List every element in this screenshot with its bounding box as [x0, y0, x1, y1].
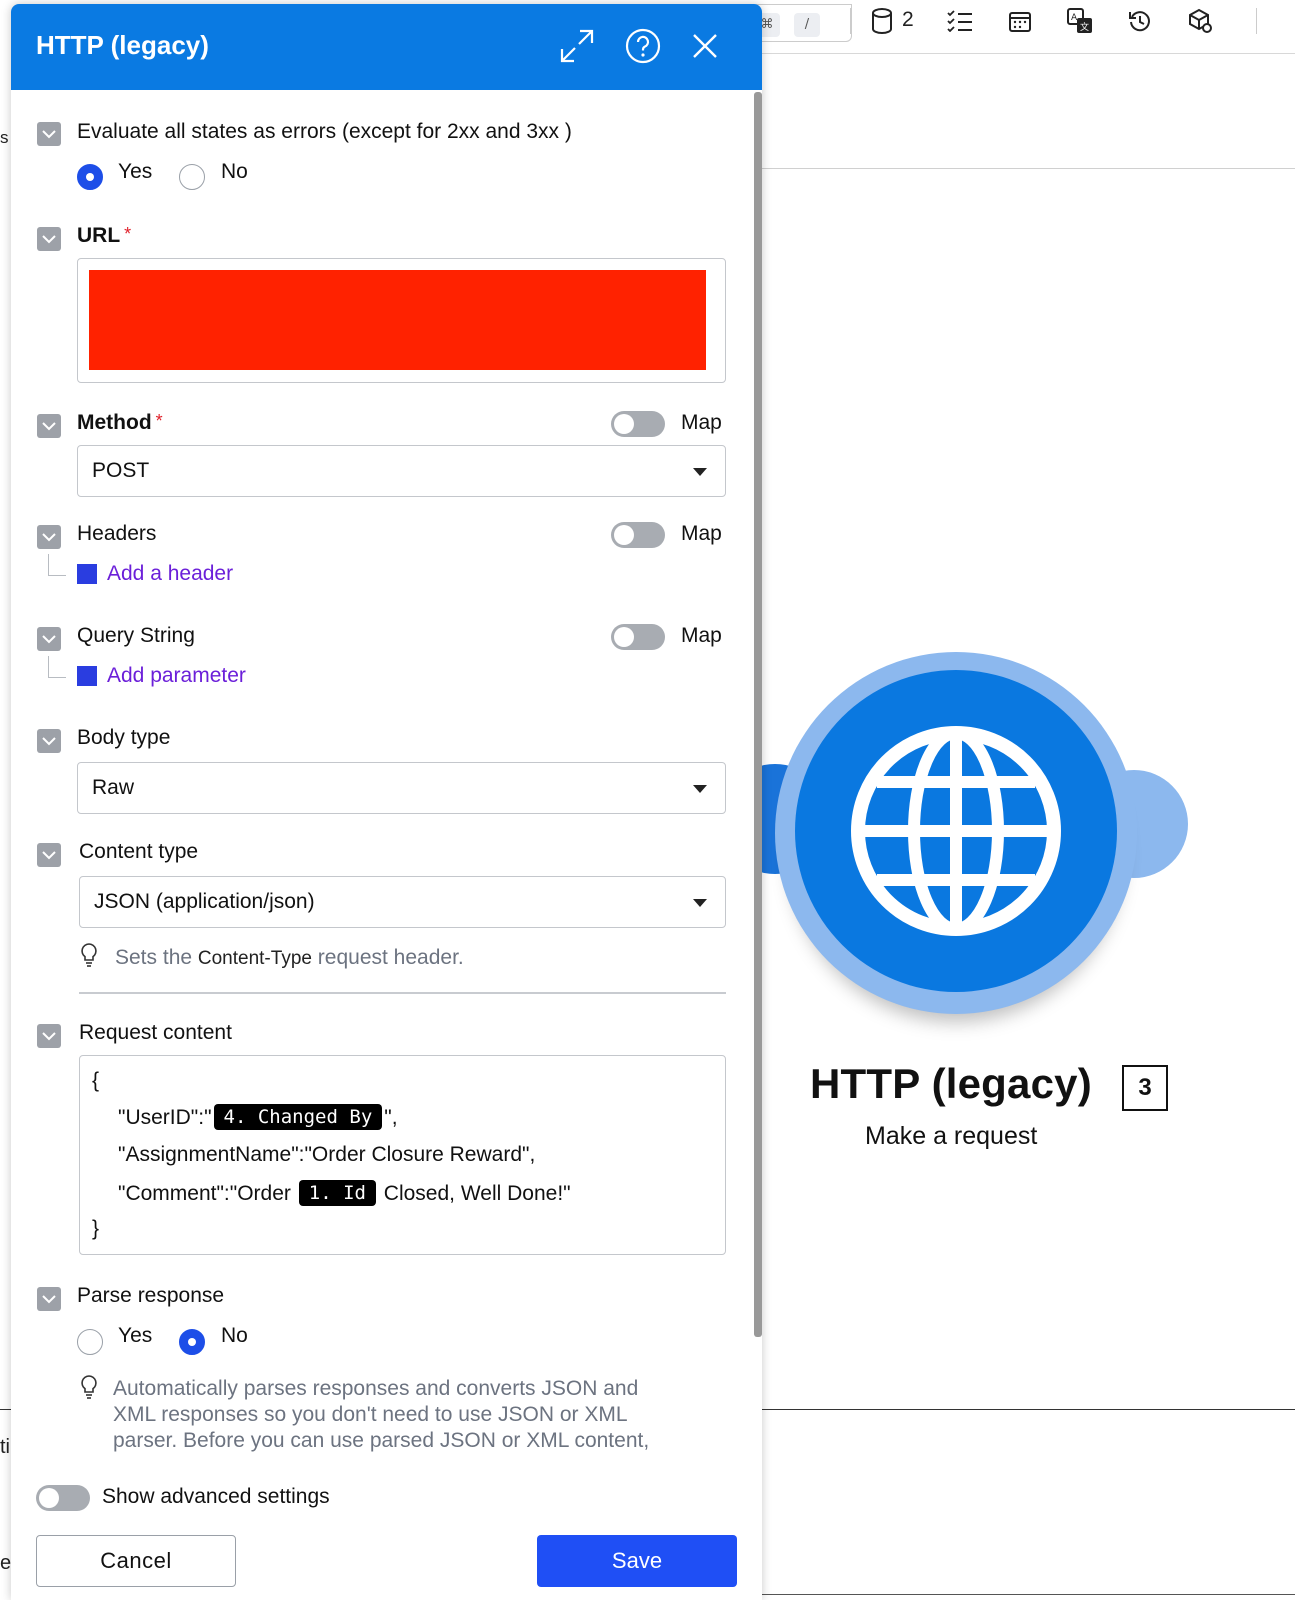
parse-response-hint: Automatically parses responses and conve… — [113, 1377, 650, 1452]
code-line: "UserID":" 4. Changed By ", — [118, 1104, 398, 1130]
module-settings-dialog: HTTP (legacy) Evaluate all states as err… — [11, 4, 762, 1600]
parse-no-label: No — [221, 1324, 248, 1347]
add-icon[interactable] — [77, 666, 97, 686]
code-line: "Comment":"Order 1. Id Closed, Well Done… — [118, 1180, 571, 1206]
mapped-variable-pill[interactable]: 4. Changed By — [213, 1104, 383, 1130]
dialog-scrollbar[interactable] — [754, 92, 762, 1337]
request-content-label: Request content — [79, 1021, 232, 1044]
parse-yes-radio[interactable] — [77, 1329, 103, 1355]
evaluate-no-label: No — [221, 160, 248, 183]
svg-text:文: 文 — [1080, 21, 1089, 33]
method-map-toggle[interactable] — [611, 411, 665, 437]
method-map-label: Map — [681, 411, 722, 434]
lightbulb-icon — [79, 1374, 99, 1405]
help-icon[interactable] — [621, 24, 665, 68]
chevron-down-icon[interactable] — [37, 414, 61, 438]
tree-connector — [48, 656, 66, 678]
code-line: } — [92, 1217, 100, 1240]
package-settings-icon[interactable] — [1182, 6, 1218, 36]
chevron-down-icon[interactable] — [37, 729, 61, 753]
url-input[interactable] — [77, 258, 726, 383]
content-type-label: Content type — [79, 840, 199, 863]
edge-text: s — [0, 128, 9, 147]
chevron-down-icon[interactable] — [37, 1287, 61, 1311]
method-value: POST — [92, 459, 150, 482]
close-icon[interactable] — [683, 24, 727, 68]
parse-response-label: Parse response — [77, 1284, 225, 1307]
query-map-toggle[interactable] — [611, 624, 665, 650]
svg-text:A: A — [1071, 13, 1078, 23]
module-subtitle: Make a request — [865, 1122, 1038, 1150]
headers-map-toggle[interactable] — [611, 522, 665, 548]
evaluate-no-radio[interactable] — [179, 164, 205, 190]
headers-label: Headers — [77, 522, 157, 545]
body-type-label: Body type — [77, 726, 171, 749]
add-header-link[interactable]: Add a header — [107, 562, 233, 586]
history-icon[interactable] — [1122, 6, 1158, 36]
chevron-down-icon[interactable] — [37, 627, 61, 651]
canvas-divider — [740, 168, 1295, 169]
method-select[interactable]: POST — [77, 445, 726, 497]
dialog-title: HTTP (legacy) — [36, 30, 209, 60]
scenario-canvas: ⌘ / 2 A文 s ti e HTTP (legacy) 3 Make a r… — [0, 0, 1295, 1600]
parse-yes-label: Yes — [118, 1324, 153, 1347]
content-type-value: JSON (application/json) — [94, 890, 315, 913]
evaluate-errors-label: Evaluate all states as errors (except fo… — [77, 120, 572, 143]
code-line: "AssignmentName":"Order Closure Reward", — [118, 1143, 536, 1166]
content-type-hint: Sets the Content-Type request header. — [115, 946, 464, 969]
cancel-button[interactable]: Cancel — [36, 1535, 236, 1587]
edge-text: e — [0, 1552, 12, 1574]
edge-text: ti — [0, 1436, 10, 1458]
add-icon[interactable] — [77, 564, 97, 584]
datastore-count: 2 — [902, 8, 914, 31]
module-badge: 3 — [1122, 1065, 1168, 1111]
redacted-url — [89, 270, 706, 370]
kbd-slash: / — [794, 13, 820, 37]
save-button[interactable]: Save — [537, 1535, 737, 1587]
chevron-down-icon[interactable] — [37, 122, 61, 146]
toolbar-divider — [850, 8, 851, 34]
request-content-editor[interactable]: { "UserID":" 4. Changed By ", "AssignmentN… — [79, 1055, 726, 1255]
query-map-label: Map — [681, 624, 722, 647]
globe-icon[interactable] — [795, 670, 1117, 992]
evaluate-yes-label: Yes — [118, 160, 153, 183]
advanced-settings-label: Show advanced settings — [102, 1485, 330, 1508]
canvas-divider — [740, 1409, 1295, 1410]
canvas-divider — [740, 1594, 1295, 1595]
url-label: URL * — [77, 224, 132, 247]
body-type-select[interactable]: Raw — [77, 762, 726, 814]
expand-icon[interactable] — [555, 24, 599, 68]
caret-down-icon — [693, 785, 707, 793]
chevron-down-icon[interactable] — [37, 525, 61, 549]
chevron-down-icon[interactable] — [37, 1024, 61, 1048]
lightbulb-icon — [79, 942, 99, 973]
caret-down-icon — [693, 899, 707, 907]
toolbar-divider — [1256, 8, 1257, 34]
caret-down-icon — [693, 468, 707, 476]
scenario-toolbar: ⌘ / 2 A文 — [740, 0, 1295, 54]
tree-connector — [48, 554, 66, 576]
content-type-select[interactable]: JSON (application/json) — [79, 876, 726, 928]
section-divider — [79, 992, 726, 994]
method-label: Method * — [77, 411, 163, 434]
code-line: { — [92, 1069, 100, 1092]
dialog-header: HTTP (legacy) — [11, 4, 762, 90]
mapped-variable-pill[interactable]: 1. Id — [298, 1180, 376, 1206]
parse-no-radio[interactable] — [179, 1329, 205, 1355]
translate-icon[interactable]: A文 — [1062, 6, 1098, 36]
module-title: HTTP (legacy) — [810, 1060, 1092, 1107]
advanced-settings-toggle[interactable] — [36, 1485, 90, 1511]
database-icon[interactable] — [864, 6, 900, 36]
body-type-value: Raw — [92, 776, 135, 799]
headers-map-label: Map — [681, 522, 722, 545]
calendar-icon[interactable] — [1002, 6, 1038, 36]
evaluate-yes-radio[interactable] — [77, 164, 103, 190]
chevron-down-icon[interactable] — [37, 227, 61, 251]
chevron-down-icon[interactable] — [37, 843, 61, 867]
query-string-label: Query String — [77, 624, 195, 647]
add-parameter-link[interactable]: Add parameter — [107, 664, 246, 688]
checklist-icon[interactable] — [942, 6, 978, 36]
